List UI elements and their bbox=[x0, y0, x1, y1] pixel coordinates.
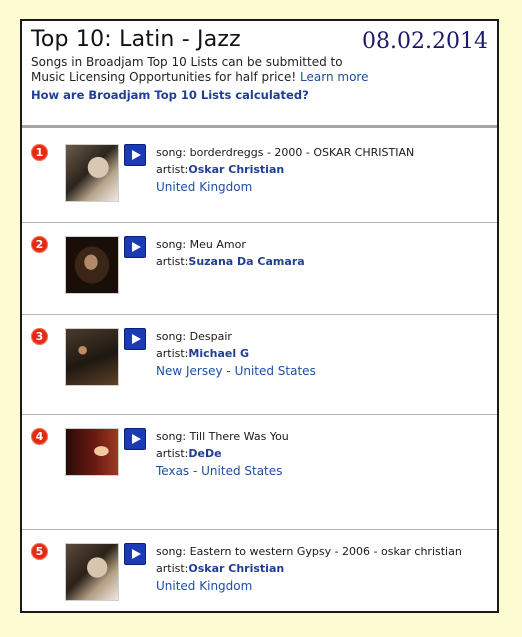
track-info: song: Meu Amor artist:Suzana Da Camara bbox=[156, 236, 493, 270]
play-button[interactable] bbox=[124, 428, 146, 450]
region-link[interactable]: Texas bbox=[156, 464, 189, 478]
row-divider bbox=[22, 529, 497, 530]
list-item: 3 song: Despair artist:Michael G New Jer… bbox=[22, 328, 497, 398]
calculation-info-link[interactable]: How are Broadjam Top 10 Lists calculated… bbox=[31, 88, 309, 102]
artist-label: artist: bbox=[156, 163, 189, 176]
artist-thumbnail[interactable] bbox=[65, 236, 119, 294]
song-label: song: bbox=[156, 430, 187, 443]
row-divider bbox=[22, 414, 497, 415]
list-item: 4 song: Till There Was You artist:DeDe T… bbox=[22, 428, 497, 498]
play-button[interactable] bbox=[124, 328, 146, 350]
country-link[interactable]: United Kingdom bbox=[156, 579, 252, 593]
song-title: Despair bbox=[189, 330, 232, 343]
country-link[interactable]: United States bbox=[201, 464, 282, 478]
header-divider bbox=[22, 125, 497, 128]
list-item: 5 song: Eastern to western Gypsy - 2006 … bbox=[22, 543, 497, 611]
song-title: borderdreggs - 2000 - OSKAR CHRISTIAN bbox=[189, 146, 415, 159]
row-divider bbox=[22, 222, 497, 223]
rank-badge: 2 bbox=[31, 236, 48, 253]
play-button[interactable] bbox=[124, 144, 146, 166]
song-label: song: bbox=[156, 146, 187, 159]
play-button[interactable] bbox=[124, 236, 146, 258]
song-label: song: bbox=[156, 330, 187, 343]
track-info: song: borderdreggs - 2000 - OSKAR CHRIST… bbox=[156, 144, 493, 196]
rank-badge: 5 bbox=[31, 543, 48, 560]
track-info: song: Despair artist:Michael G New Jerse… bbox=[156, 330, 316, 378]
intro-body: Songs in Broadjam Top 10 Lists can be su… bbox=[31, 55, 343, 84]
artist-thumbnail[interactable] bbox=[65, 144, 119, 202]
song-title: Meu Amor bbox=[189, 238, 246, 251]
artist-thumbnail[interactable] bbox=[65, 543, 119, 601]
artist-label: artist: bbox=[156, 562, 189, 575]
rank-badge: 1 bbox=[31, 144, 48, 161]
song-label: song: bbox=[156, 545, 187, 558]
song-title: Till There Was You bbox=[189, 430, 289, 443]
artist-label: artist: bbox=[156, 347, 189, 360]
song-label: song: bbox=[156, 238, 187, 251]
track-info: song: Till There Was You artist:DeDe Tex… bbox=[156, 430, 289, 478]
play-button[interactable] bbox=[124, 543, 146, 565]
artist-link[interactable]: Oskar Christian bbox=[188, 562, 284, 575]
artist-link[interactable]: Oskar Christian bbox=[188, 163, 284, 176]
artist-label: artist: bbox=[156, 255, 189, 268]
region-link[interactable]: New Jersey bbox=[156, 364, 223, 378]
list-item: 2 song: Meu Amor artist:Suzana Da Camara bbox=[22, 236, 497, 306]
artist-link[interactable]: Suzana Da Camara bbox=[188, 255, 304, 268]
row-divider bbox=[22, 314, 497, 315]
top10-panel: Top 10: Latin - Jazz 08.02.2014 Songs in… bbox=[20, 19, 499, 613]
artist-thumbnail[interactable] bbox=[65, 328, 119, 386]
chart-date: 08.02.2014 bbox=[362, 29, 488, 54]
country-link[interactable]: United Kingdom bbox=[156, 180, 252, 194]
artist-link[interactable]: Michael G bbox=[188, 347, 249, 360]
artist-link[interactable]: DeDe bbox=[188, 447, 221, 460]
list-item: 1 song: borderdreggs - 2000 - OSKAR CHRI… bbox=[22, 144, 497, 214]
country-link[interactable]: United States bbox=[235, 364, 316, 378]
learn-more-link[interactable]: Learn more bbox=[300, 70, 368, 84]
rank-badge: 3 bbox=[31, 328, 48, 345]
song-title: Eastern to western Gypsy - 2006 - oskar … bbox=[189, 545, 462, 558]
artist-thumbnail[interactable] bbox=[65, 428, 119, 476]
artist-label: artist: bbox=[156, 447, 189, 460]
intro-text: Songs in Broadjam Top 10 Lists can be su… bbox=[31, 55, 376, 85]
track-info: song: Eastern to western Gypsy - 2006 - … bbox=[156, 543, 493, 595]
rank-badge: 4 bbox=[31, 428, 48, 445]
page-title: Top 10: Latin - Jazz bbox=[31, 27, 241, 52]
